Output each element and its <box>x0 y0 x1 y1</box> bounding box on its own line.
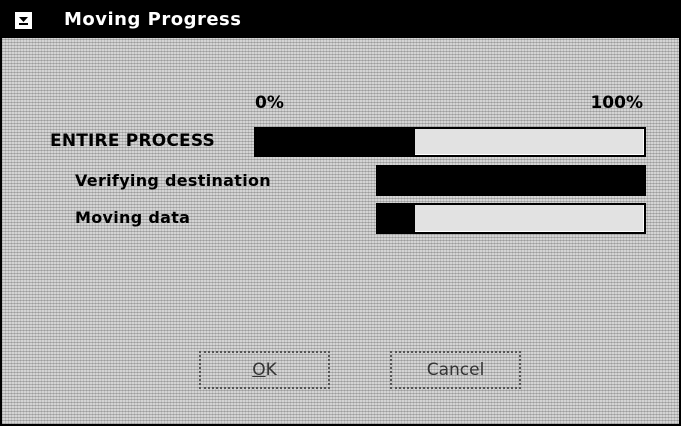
verifying-destination-label: Verifying destination <box>75 171 271 190</box>
cancel-button[interactable]: Cancel <box>390 351 521 389</box>
entire-process-label: ENTIRE PROCESS <box>50 131 215 151</box>
scale-start-label: 0% <box>255 93 284 113</box>
system-menu-button[interactable] <box>14 11 33 30</box>
minimize-arrow-icon <box>15 12 32 29</box>
moving-data-progress-bar <box>376 203 646 234</box>
entire-process-progress-bar <box>254 127 646 157</box>
scale-end-label: 100% <box>590 93 643 113</box>
verifying-destination-progress-fill <box>378 167 644 194</box>
window-title: Moving Progress <box>64 9 242 30</box>
entire-process-progress-fill <box>256 129 416 155</box>
title-bar[interactable]: Moving Progress <box>2 2 679 38</box>
ok-mnemonic: O <box>252 360 266 380</box>
ok-label-rest: K <box>265 360 277 380</box>
verifying-destination-progress-bar <box>376 165 646 196</box>
moving-data-progress-fill <box>378 205 416 232</box>
ok-button[interactable]: OK <box>199 351 330 389</box>
moving-progress-dialog: Moving Progress 0% 100% ENTIRE PROCESS V… <box>0 0 681 426</box>
moving-data-label: Moving data <box>75 208 191 227</box>
